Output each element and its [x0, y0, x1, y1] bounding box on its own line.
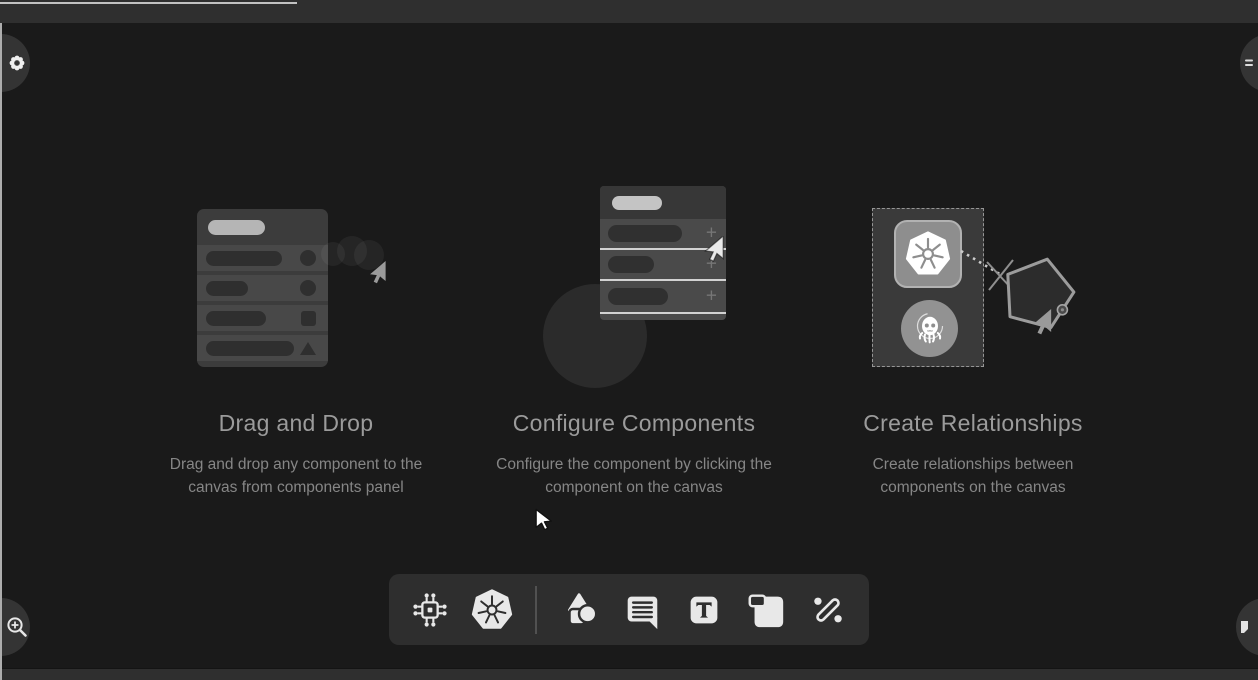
tool-button-shapes[interactable] — [559, 589, 601, 631]
kubernetes-icon — [905, 231, 951, 277]
card-description: Drag and drop any component to the canva… — [160, 454, 432, 499]
progress-line — [0, 2, 297, 4]
configure-components-illustration: + + + — [464, 178, 804, 408]
partial-icon — [1239, 620, 1251, 634]
tool-button-comment[interactable] — [621, 589, 663, 631]
components-panel-graphic — [197, 209, 328, 367]
relationship-edge-graphic — [953, 238, 1093, 343]
left-edge-scrollbar[interactable] — [0, 23, 2, 680]
toolbar-divider — [535, 586, 537, 634]
feature-card-configure-components: + + + Configure Components Configure the… — [464, 178, 804, 499]
card-title: Create Relationships — [803, 410, 1143, 436]
tool-button-components[interactable] — [409, 589, 451, 631]
card-description: Create relationships between components … — [857, 454, 1089, 499]
ghost-cursor-icon — [703, 236, 725, 262]
zoom-in-icon — [5, 615, 30, 640]
tool-button-text[interactable] — [683, 589, 725, 631]
squid-badge — [901, 300, 958, 357]
kubernetes-tile — [894, 220, 962, 288]
zoom-in-button[interactable] — [0, 598, 30, 656]
text-icon — [683, 589, 725, 631]
feature-card-drag-and-drop: Drag and Drop Drag and drop any componen… — [126, 178, 466, 499]
create-relationships-illustration — [803, 178, 1143, 408]
card-description: Configure the component by clicking the … — [484, 454, 784, 499]
card-title: Drag and Drop — [126, 410, 466, 436]
plus-icon: + — [706, 286, 717, 305]
note-icon — [745, 589, 787, 631]
canvas-toolbar — [389, 574, 869, 645]
tool-button-relationship[interactable] — [807, 589, 849, 631]
relationship-icon — [807, 589, 849, 631]
tool-button-note[interactable] — [745, 589, 787, 631]
feature-card-create-relationships: Create Relationships Create relationship… — [803, 178, 1143, 499]
quick-actions-button[interactable] — [0, 34, 30, 92]
component-icon — [409, 589, 451, 631]
tool-button-kubernetes[interactable] — [471, 589, 513, 631]
kubernetes-icon — [471, 588, 513, 632]
shapes-icon — [559, 588, 601, 632]
bottom-right-dock-button[interactable] — [1236, 598, 1258, 656]
flower-icon — [8, 54, 26, 72]
pentagon-shape — [1008, 259, 1074, 327]
bottom-status-bar — [0, 668, 1258, 680]
drag-and-drop-illustration — [126, 178, 466, 408]
kanvas-screen: Drag and Drop Drag and drop any componen… — [0, 0, 1258, 680]
top-bar — [0, 0, 1258, 23]
ghost-cursor-icon — [368, 261, 387, 284]
mouse-cursor — [535, 508, 553, 530]
card-title: Configure Components — [464, 410, 804, 436]
design-canvas[interactable]: Drag and Drop Drag and drop any componen… — [0, 23, 1258, 668]
top-right-dock-button[interactable] — [1240, 34, 1258, 92]
comment-icon — [621, 589, 663, 631]
partial-icon — [1244, 57, 1254, 69]
squid-mascot-icon — [910, 309, 950, 349]
